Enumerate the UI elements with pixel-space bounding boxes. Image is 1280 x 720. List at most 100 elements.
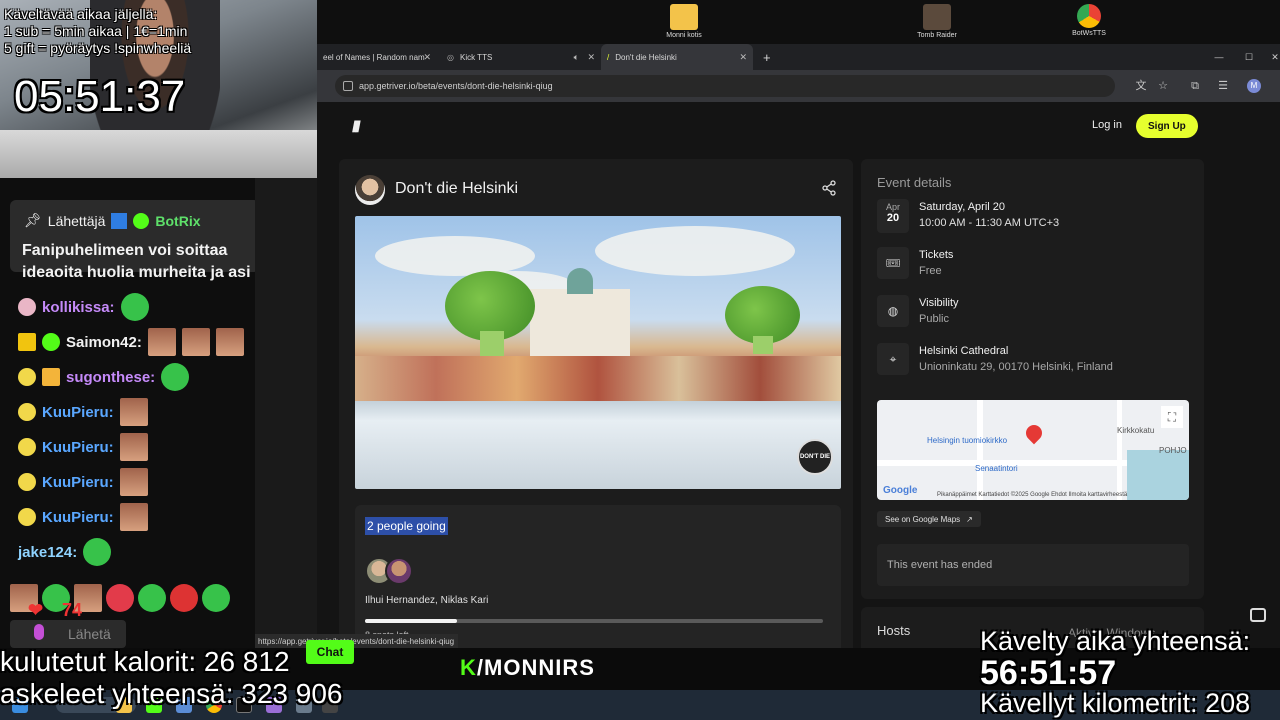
event-title: Don't die Helsinki bbox=[395, 180, 519, 197]
attendance-card: 2 people going Ilhui Hernandez, Niklas K… bbox=[355, 505, 841, 648]
capacity-progress-fill bbox=[365, 619, 457, 623]
organizer-avatar[interactable] bbox=[355, 175, 385, 205]
attendee-avatars bbox=[365, 557, 415, 587]
fullscreen-icon[interactable]: ⛶ bbox=[1161, 406, 1183, 428]
bot-badge-icon bbox=[111, 212, 128, 229]
reading-list-icon[interactable]: ☰ bbox=[1215, 78, 1231, 94]
date-day: 20 bbox=[886, 212, 900, 224]
tab-close-icon[interactable]: ✕ bbox=[739, 52, 747, 63]
mic-icon[interactable] bbox=[34, 624, 44, 640]
tickets-value: Free bbox=[919, 265, 942, 277]
map-pin-icon[interactable] bbox=[1026, 425, 1042, 447]
crown-badge-icon bbox=[18, 333, 36, 351]
capacity-progress-bar bbox=[365, 619, 823, 623]
pinned-message-text: Fanipuhelimeen voi soittaa ideaoita huol… bbox=[22, 242, 251, 281]
map-footer: Pikanäppäimet Karttatiedot ©2025 Google … bbox=[937, 492, 1128, 498]
send-label[interactable]: Lähetä bbox=[68, 626, 111, 642]
url-field[interactable]: app.getriver.io/beta/events/dont-die-hel… bbox=[335, 75, 1115, 97]
location-map[interactable]: Helsingin tuomiokirkko Senaatintori Kirk… bbox=[877, 400, 1189, 500]
chat-username[interactable]: KuuPieru: bbox=[42, 509, 114, 526]
chat-send-area[interactable]: Lähetä bbox=[10, 620, 126, 648]
pinned-header: 📌︎ Lähettäjä BotRix bbox=[24, 212, 201, 229]
event-main-card: Don't die Helsinki DON'T DIE 2 people go… bbox=[339, 159, 853, 648]
cathedral-shape bbox=[530, 289, 630, 359]
new-tab-button[interactable]: + bbox=[757, 44, 781, 70]
detail-visibility: ◍ Visibility Public bbox=[877, 295, 1197, 335]
chat-username[interactable]: Saimon42: bbox=[66, 334, 142, 351]
sub-badge-icon bbox=[18, 403, 36, 421]
desktop-shortcut-chrome[interactable]: BotWsTTS bbox=[1059, 4, 1119, 37]
chat-username[interactable]: KuuPieru: bbox=[42, 439, 114, 456]
map-label: Senaatintori bbox=[975, 464, 1018, 473]
globe-icon: ◍ bbox=[877, 295, 909, 327]
attendee-avatar[interactable] bbox=[385, 557, 413, 585]
chat-message: sugonthese: bbox=[18, 363, 190, 391]
minimize-icon[interactable]: — bbox=[1204, 44, 1234, 70]
close-window-icon[interactable]: ✕ bbox=[1260, 44, 1280, 70]
cathedral-dome bbox=[567, 268, 593, 294]
chat-username[interactable]: sugonthese: bbox=[66, 369, 155, 386]
emote-icon bbox=[120, 293, 149, 321]
attendee-names: Ilhui Hernandez, Niklas Kari bbox=[365, 595, 489, 606]
extensions-icon[interactable]: ⧉ bbox=[1187, 78, 1203, 94]
desktop-shortcut-game[interactable]: Tomb Raider bbox=[907, 4, 967, 39]
signup-button[interactable]: Sign Up bbox=[1136, 114, 1198, 138]
emote-icon bbox=[147, 328, 176, 356]
pinned-message: 📌︎ Lähettäjä BotRix Fanipuhelimeen voi s… bbox=[10, 200, 255, 281]
map-label: POHJO bbox=[1159, 446, 1187, 455]
tab-wheel-of-names[interactable]: eel of Names | Random nam ✕ bbox=[317, 44, 437, 70]
detail-location: ⌖ Helsinki Cathedral Unioninkatu 29, 001… bbox=[877, 343, 1197, 383]
sub-badge-icon bbox=[18, 508, 36, 526]
sub-badge-icon bbox=[18, 368, 36, 386]
profile-initial: M bbox=[1250, 81, 1258, 90]
chat-button[interactable]: Chat bbox=[306, 640, 354, 664]
login-link[interactable]: Log in bbox=[1092, 119, 1122, 131]
share-icon[interactable] bbox=[821, 180, 837, 199]
tab-dont-die-helsinki[interactable]: / Don't die Helsinki ✕ bbox=[601, 44, 753, 70]
date-month: Apr bbox=[885, 202, 900, 212]
chat-message: KuuPieru: bbox=[18, 433, 148, 461]
chat-username[interactable]: kollikissa: bbox=[42, 299, 115, 316]
desktop-shortcut-label: Monni kotis bbox=[666, 32, 702, 39]
chat-username[interactable]: KuuPieru: bbox=[42, 404, 114, 421]
tab-kick-tts[interactable]: ◎ Kick TTS 🔈︎ ✕ bbox=[441, 44, 601, 70]
emote-icon bbox=[119, 503, 148, 531]
profile-avatar[interactable]: M bbox=[1247, 79, 1261, 93]
chat-support-icon[interactable] bbox=[1250, 608, 1266, 622]
goal-line: 1 sub = 5min aikaa | 1€=1min bbox=[4, 23, 188, 39]
translate-icon[interactable]: 文 bbox=[1133, 78, 1149, 94]
ticket-icon: 🎟︎ bbox=[877, 247, 909, 279]
emote-icon bbox=[119, 398, 148, 426]
chrome-icon bbox=[1077, 4, 1101, 28]
map-label: Kirkkokatu bbox=[1117, 426, 1155, 435]
see-on-google-maps-button[interactable]: See on Google Maps ↗ bbox=[877, 511, 981, 527]
walked-km-counter: Kävellyt kilometrit: 208 bbox=[980, 688, 1251, 718]
web-page: //// Log in Sign Up Don't die Helsinki D… bbox=[317, 102, 1280, 648]
location-pin-icon: ⌖ bbox=[877, 343, 909, 375]
pin-icon: 📌︎ bbox=[24, 212, 42, 228]
location-address: Unioninkatu 29, 00170 Helsinki, Finland bbox=[919, 361, 1113, 373]
external-link-icon: ↗ bbox=[966, 514, 973, 524]
steps-counter: askeleet yhteensä: 323 906 bbox=[0, 678, 343, 709]
map-road bbox=[1117, 400, 1122, 500]
tab-close-icon[interactable]: ✕ bbox=[587, 52, 595, 63]
chat-username[interactable]: jake124: bbox=[18, 544, 77, 561]
event-details-card: Event details Apr 20 Saturday, April 20 … bbox=[861, 159, 1204, 599]
site-logo[interactable]: //// bbox=[352, 119, 361, 137]
sub-badge-icon bbox=[18, 298, 36, 316]
site-info-icon[interactable] bbox=[343, 81, 353, 91]
chat-username[interactable]: KuuPieru: bbox=[42, 474, 114, 491]
heart-count: 74 bbox=[62, 600, 83, 620]
desktop-shortcut-folder[interactable]: Monni kotis bbox=[654, 4, 714, 39]
broccoli-stem bbox=[753, 336, 773, 354]
event-details-heading: Event details bbox=[877, 175, 952, 190]
sub-badge-icon bbox=[18, 473, 36, 491]
tab-close-icon[interactable]: ✕ bbox=[423, 52, 431, 63]
emote-icon bbox=[119, 433, 148, 461]
desk-shape bbox=[0, 130, 317, 178]
folder-icon bbox=[670, 4, 698, 30]
bookmark-star-icon[interactable]: ☆ bbox=[1155, 78, 1171, 94]
event-hero-image: DON'T DIE bbox=[355, 216, 841, 489]
countdown-timer: 05:51:37 bbox=[14, 72, 186, 121]
google-maps-label: See on Google Maps bbox=[885, 514, 961, 524]
